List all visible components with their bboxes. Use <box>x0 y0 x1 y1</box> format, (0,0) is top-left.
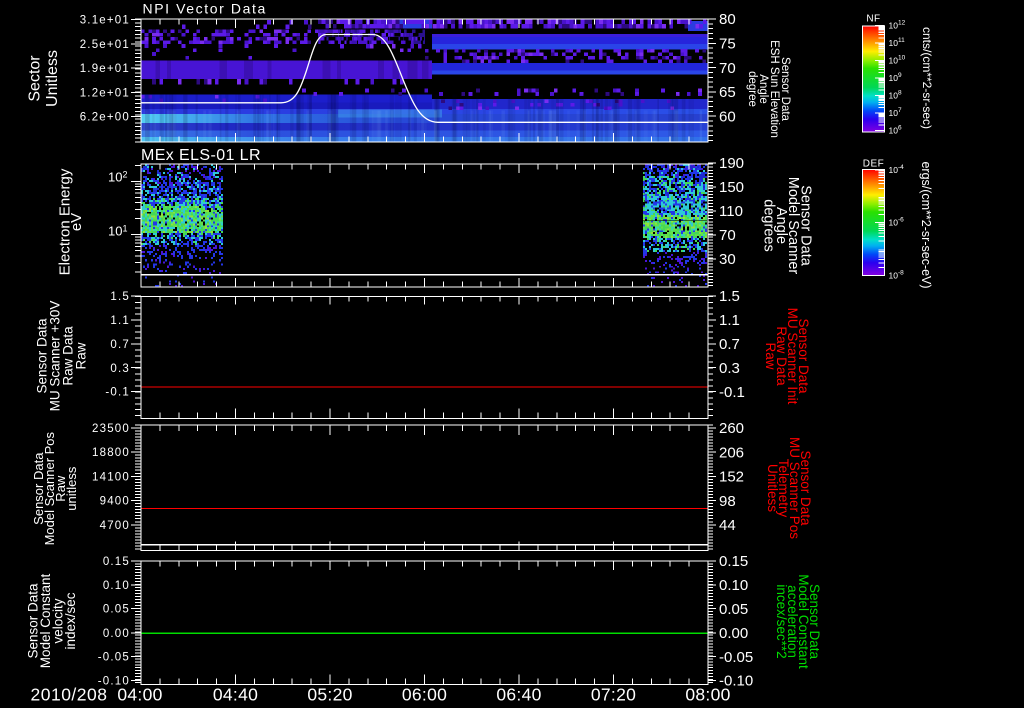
svg-text:0.15: 0.15 <box>719 553 748 570</box>
svg-text:04:00: 04:00 <box>117 685 162 705</box>
svg-text:70: 70 <box>719 60 736 77</box>
svg-text:65: 65 <box>719 84 736 101</box>
svg-text:75: 75 <box>719 36 736 53</box>
svg-text:0.7: 0.7 <box>110 339 130 351</box>
svg-text:0.10: 0.10 <box>103 580 130 592</box>
svg-text:degree: degree <box>746 71 758 107</box>
svg-text:3.1e+01: 3.1e+01 <box>80 15 130 27</box>
svg-text:1.2e+01: 1.2e+01 <box>80 87 130 99</box>
svg-text:30: 30 <box>719 251 736 268</box>
svg-text:2010/208: 2010/208 <box>31 685 108 705</box>
svg-text:0.05: 0.05 <box>719 601 748 618</box>
svg-text:cnts/(cm**2-sr-sec): cnts/(cm**2-sr-sec) <box>920 27 934 129</box>
svg-text:70: 70 <box>719 227 736 244</box>
svg-text:110: 110 <box>719 203 743 220</box>
svg-text:1.9e+01: 1.9e+01 <box>80 63 130 75</box>
svg-text:-0.1: -0.1 <box>105 387 130 399</box>
svg-text:206: 206 <box>719 444 744 461</box>
svg-text:260: 260 <box>719 420 744 437</box>
svg-text:06:00: 06:00 <box>402 685 447 705</box>
svg-text:0.3: 0.3 <box>110 363 130 375</box>
svg-text:incex/sec**2: incex/sec**2 <box>774 584 789 658</box>
svg-text:190: 190 <box>719 155 744 172</box>
svg-text:152: 152 <box>719 469 744 486</box>
svg-text:Sector: Sector <box>27 55 44 102</box>
svg-text:07:20: 07:20 <box>591 685 636 705</box>
svg-text:eV: eV <box>68 213 85 231</box>
svg-text:unitless: unitless <box>64 466 79 511</box>
svg-text:60: 60 <box>719 109 736 126</box>
svg-text:23500: 23500 <box>92 423 130 435</box>
svg-text:-0.05: -0.05 <box>719 649 753 666</box>
svg-text:0.05: 0.05 <box>103 604 130 616</box>
svg-text:NPI Vector Data: NPI Vector Data <box>143 1 267 17</box>
svg-text:-0.1: -0.1 <box>719 384 745 401</box>
svg-text:ergs/(cm**2-sr-sec-eV): ergs/(cm**2-sr-sec-eV) <box>919 161 933 288</box>
svg-text:9400: 9400 <box>100 496 130 508</box>
svg-text:05:20: 05:20 <box>307 685 352 705</box>
svg-text:80: 80 <box>719 11 736 28</box>
svg-text:06:40: 06:40 <box>496 685 541 705</box>
svg-text:0.00: 0.00 <box>103 628 130 640</box>
svg-text:1.1: 1.1 <box>110 315 130 327</box>
svg-text:index/sec: index/sec <box>63 592 78 649</box>
svg-text:08:00: 08:00 <box>685 685 730 705</box>
svg-text:1.5: 1.5 <box>719 288 740 305</box>
svg-text:0.10: 0.10 <box>719 577 748 594</box>
svg-text:14100: 14100 <box>92 471 130 483</box>
svg-text:6.2e+00: 6.2e+00 <box>80 112 130 124</box>
svg-text:1.5: 1.5 <box>110 291 130 303</box>
svg-text:4700: 4700 <box>100 520 130 532</box>
svg-text:98: 98 <box>719 493 736 510</box>
svg-text:04:40: 04:40 <box>213 685 258 705</box>
svg-text:0.3: 0.3 <box>719 360 740 377</box>
svg-text:Raw: Raw <box>74 342 89 369</box>
svg-text:18800: 18800 <box>92 447 130 459</box>
svg-text:150: 150 <box>719 179 744 196</box>
svg-text:1.1: 1.1 <box>719 312 740 329</box>
svg-text:0.15: 0.15 <box>103 556 130 568</box>
svg-text:44: 44 <box>719 517 736 534</box>
svg-text:0.7: 0.7 <box>719 336 740 353</box>
svg-text:0.00: 0.00 <box>719 625 748 642</box>
svg-text:NF: NF <box>866 14 880 25</box>
svg-text:MEx ELS-01 LR: MEx ELS-01 LR <box>141 147 261 164</box>
svg-text:-0.05: -0.05 <box>98 652 130 664</box>
svg-text:degrees: degrees <box>761 199 777 251</box>
svg-text:Raw: Raw <box>763 342 778 369</box>
svg-text:Unitless: Unitless <box>765 464 780 512</box>
svg-text:2.5e+01: 2.5e+01 <box>80 39 130 51</box>
svg-text:Unitless: Unitless <box>44 50 61 107</box>
svg-text:DEF: DEF <box>863 159 885 170</box>
